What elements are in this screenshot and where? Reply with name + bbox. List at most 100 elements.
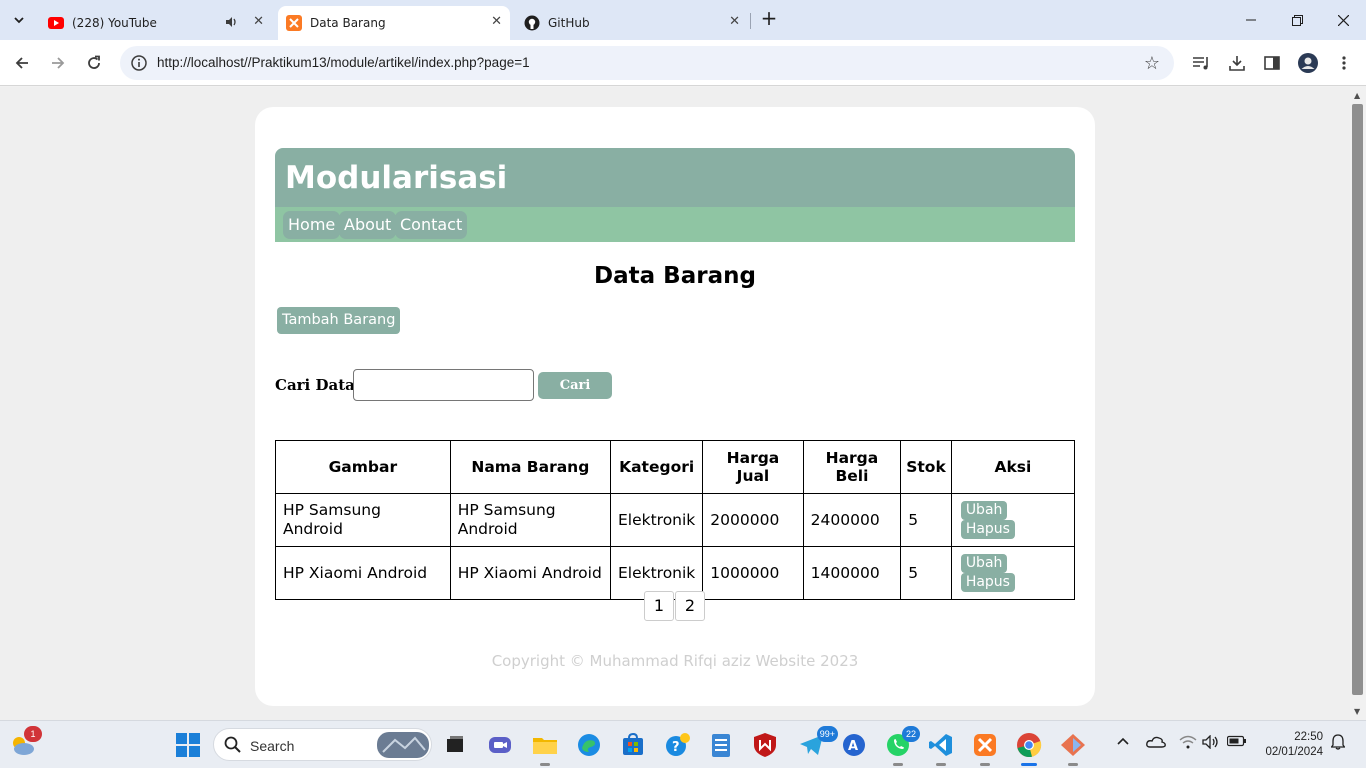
tab-data-barang[interactable]: Data Barang ✕ [278,6,510,40]
chevron-up-icon[interactable] [1117,735,1129,750]
search-icon [224,736,241,753]
running-indicator [1068,763,1078,766]
vertical-scrollbar[interactable]: ▲ ▼ [1350,87,1366,720]
scroll-up-arrow-icon[interactable]: ▲ [1354,91,1360,100]
scrollbar-thumb[interactable] [1352,104,1363,695]
vscode-app[interactable] [927,731,955,766]
reload-button[interactable] [82,51,106,75]
chrome-icon [1017,733,1042,758]
delete-button[interactable]: Hapus [960,520,1015,539]
side-panel-icon[interactable] [1260,51,1284,75]
speaker-icon[interactable] [224,15,238,32]
help-app[interactable]: ? [664,731,692,759]
wifi-icon[interactable] [1179,735,1197,753]
nav-home[interactable]: Home [283,211,341,239]
task-view-app[interactable] [441,731,469,759]
notification-badge: 99+ [816,726,838,742]
store-app[interactable] [619,731,647,759]
onedrive-icon[interactable] [1146,735,1166,753]
close-tab-icon[interactable]: ✕ [491,14,502,29]
table-header-row: Gambar Nama Barang Kategori Harga Jual H… [275,440,1076,494]
weather-widget[interactable]: 1 [8,726,42,759]
translate-app[interactable]: A [840,731,868,759]
col-header-stok: Stok [900,440,952,494]
meet-app[interactable] [486,731,514,759]
close-window-button[interactable] [1320,0,1366,40]
nav-about[interactable]: About [339,211,397,239]
running-indicator [980,763,990,766]
address-bar[interactable]: http://localhost//Praktikum13/module/art… [120,46,1174,80]
broken-image-alt: HP Samsung Android [275,493,451,547]
xampp-app[interactable] [971,731,999,766]
vscode-icon [929,734,952,756]
search-button[interactable]: Cari [538,372,612,399]
edit-button[interactable]: Ubah [960,501,1008,520]
bookmark-star-icon[interactable]: ☆ [1144,53,1160,74]
cell-harga-beli: 1400000 [802,546,902,600]
tab-title: Data Barang [310,16,386,30]
edit-button[interactable]: Ubah [960,554,1008,573]
notepad-app[interactable] [707,731,735,759]
tab-search-button[interactable] [6,7,32,33]
cell-kategori: Elektronik [609,493,704,547]
whatsapp-app[interactable]: 22 [884,726,920,766]
notepad-icon [712,734,730,757]
task-view-icon [447,736,463,752]
col-header-gambar: Gambar [275,440,451,494]
download-icon[interactable] [1225,51,1249,75]
diamond-app-icon [1061,734,1085,756]
close-tab-icon[interactable]: ✕ [729,14,740,29]
minimize-button[interactable] [1228,0,1274,40]
clock-date: 02/01/2024 [1265,746,1323,758]
profile-avatar[interactable] [1296,51,1320,75]
taskbar-search[interactable]: Search [213,728,432,761]
forward-button[interactable] [46,51,70,75]
cell-stok: 5 [900,493,952,547]
help-icon: ? [666,733,690,756]
mcafee-app[interactable] [751,731,779,759]
tab-youtube[interactable]: (228) YouTube ✕ [40,6,272,40]
reading-list-icon[interactable] [1189,51,1213,75]
new-tab-button[interactable]: + [758,8,780,30]
edge-app[interactable] [575,731,603,759]
telegram-app[interactable]: 99+ [798,726,838,759]
cell-nama-barang: HP Xiaomi Android [449,546,611,600]
taskbar-clock[interactable]: 22:50 02/01/2024 [1265,730,1323,760]
chrome-app[interactable] [1015,731,1043,766]
video-call-icon [489,737,511,753]
restore-button[interactable] [1274,0,1320,40]
svg-text:?: ? [672,740,680,755]
page-title: Data Barang [594,263,756,289]
nav-contact[interactable]: Contact [395,211,468,239]
search-input[interactable] [353,369,534,401]
tab-github[interactable]: GitHub ✕ [516,6,748,40]
cell-aksi: Ubah Hapus [950,546,1076,600]
scroll-down-arrow-icon[interactable]: ▼ [1354,707,1360,716]
table-row: HP Samsung Android HP Samsung Android El… [275,493,1076,547]
start-button[interactable] [174,731,202,759]
notification-bell-icon[interactable] [1330,734,1346,754]
back-button[interactable] [10,51,34,75]
translate-icon: A [843,734,865,756]
taskbar: 1 Search ? 99+ A 22 22:50 02/01/2024 [0,720,1366,768]
page-viewport: Modularisasi Home About Contact Data Bar… [0,87,1350,720]
close-tab-icon[interactable]: ✕ [253,14,264,29]
page-container: Modularisasi Home About Contact Data Bar… [255,107,1095,706]
more-menu-icon[interactable] [1332,51,1356,75]
main-nav: Home About Contact [275,207,1075,242]
col-header-harga-jual: Harga Jual [702,440,804,494]
url-text[interactable]: http://localhost//Praktikum13/module/art… [157,55,530,70]
volume-icon[interactable] [1202,734,1220,753]
tab-title: GitHub [548,16,590,30]
battery-icon[interactable] [1226,735,1247,751]
site-info-icon[interactable] [130,54,148,72]
delete-button[interactable]: Hapus [960,573,1015,592]
file-explorer-app[interactable] [531,731,559,766]
add-item-button[interactable]: Tambah Barang [277,307,401,334]
running-indicator [893,763,903,766]
folder-icon [533,738,557,754]
page-link-1[interactable]: 1 [644,591,674,621]
git-app[interactable] [1059,731,1087,766]
tab-title: (228) YouTube [72,16,157,30]
page-link-2[interactable]: 2 [675,591,705,621]
